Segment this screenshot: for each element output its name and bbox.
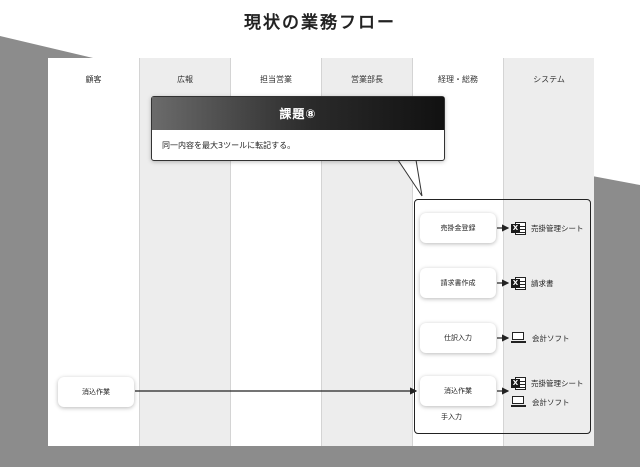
node-invoice: 請求書作成 — [420, 268, 496, 298]
lane-label: 担当営業 — [260, 75, 292, 84]
output-soft2: 会計ソフト — [511, 396, 570, 408]
output-soft1: 会計ソフト — [511, 332, 570, 344]
lane-label: 広報 — [177, 75, 193, 84]
page-title: 現状の業務フロー — [244, 13, 396, 33]
callout-title: 課題⑧ — [152, 97, 444, 130]
issue-callout: 課題⑧ 同一内容を最大3ツールに転記する。 — [151, 96, 445, 161]
lane-label: 経理・総務 — [438, 75, 478, 84]
node-reconcile: 消込作業 — [420, 376, 496, 406]
lane-label: 営業部長 — [351, 75, 383, 84]
node-customer-reconcile: 消込作業 — [58, 377, 134, 407]
laptop-icon — [511, 332, 526, 344]
laptop-icon — [511, 396, 526, 408]
output-label: 会計ソフト — [532, 333, 570, 343]
lane-label: システム — [533, 75, 565, 84]
callout-text: 同一内容を最大3ツールに転記する。 — [162, 141, 296, 150]
output-label: 会計ソフト — [532, 397, 570, 407]
excel-icon: X — [511, 376, 526, 391]
output-label: 請求書 — [531, 279, 554, 288]
lane-label: 顧客 — [85, 75, 102, 84]
excel-icon: X — [511, 221, 526, 236]
output-invoice: X 請求書 — [511, 276, 554, 291]
node-sales-ledger: 売掛金登録 — [420, 213, 496, 243]
excel-icon: X — [511, 276, 526, 291]
output-label: 売掛管理シート — [531, 224, 584, 233]
output-sheet2: X 売掛管理シート — [511, 376, 584, 391]
manual-input-label: 手入力 — [441, 413, 462, 421]
output-sheet1: X 売掛管理シート — [511, 221, 584, 236]
node-journal: 仕訳入力 — [420, 323, 496, 353]
output-label: 売掛管理シート — [531, 379, 584, 388]
